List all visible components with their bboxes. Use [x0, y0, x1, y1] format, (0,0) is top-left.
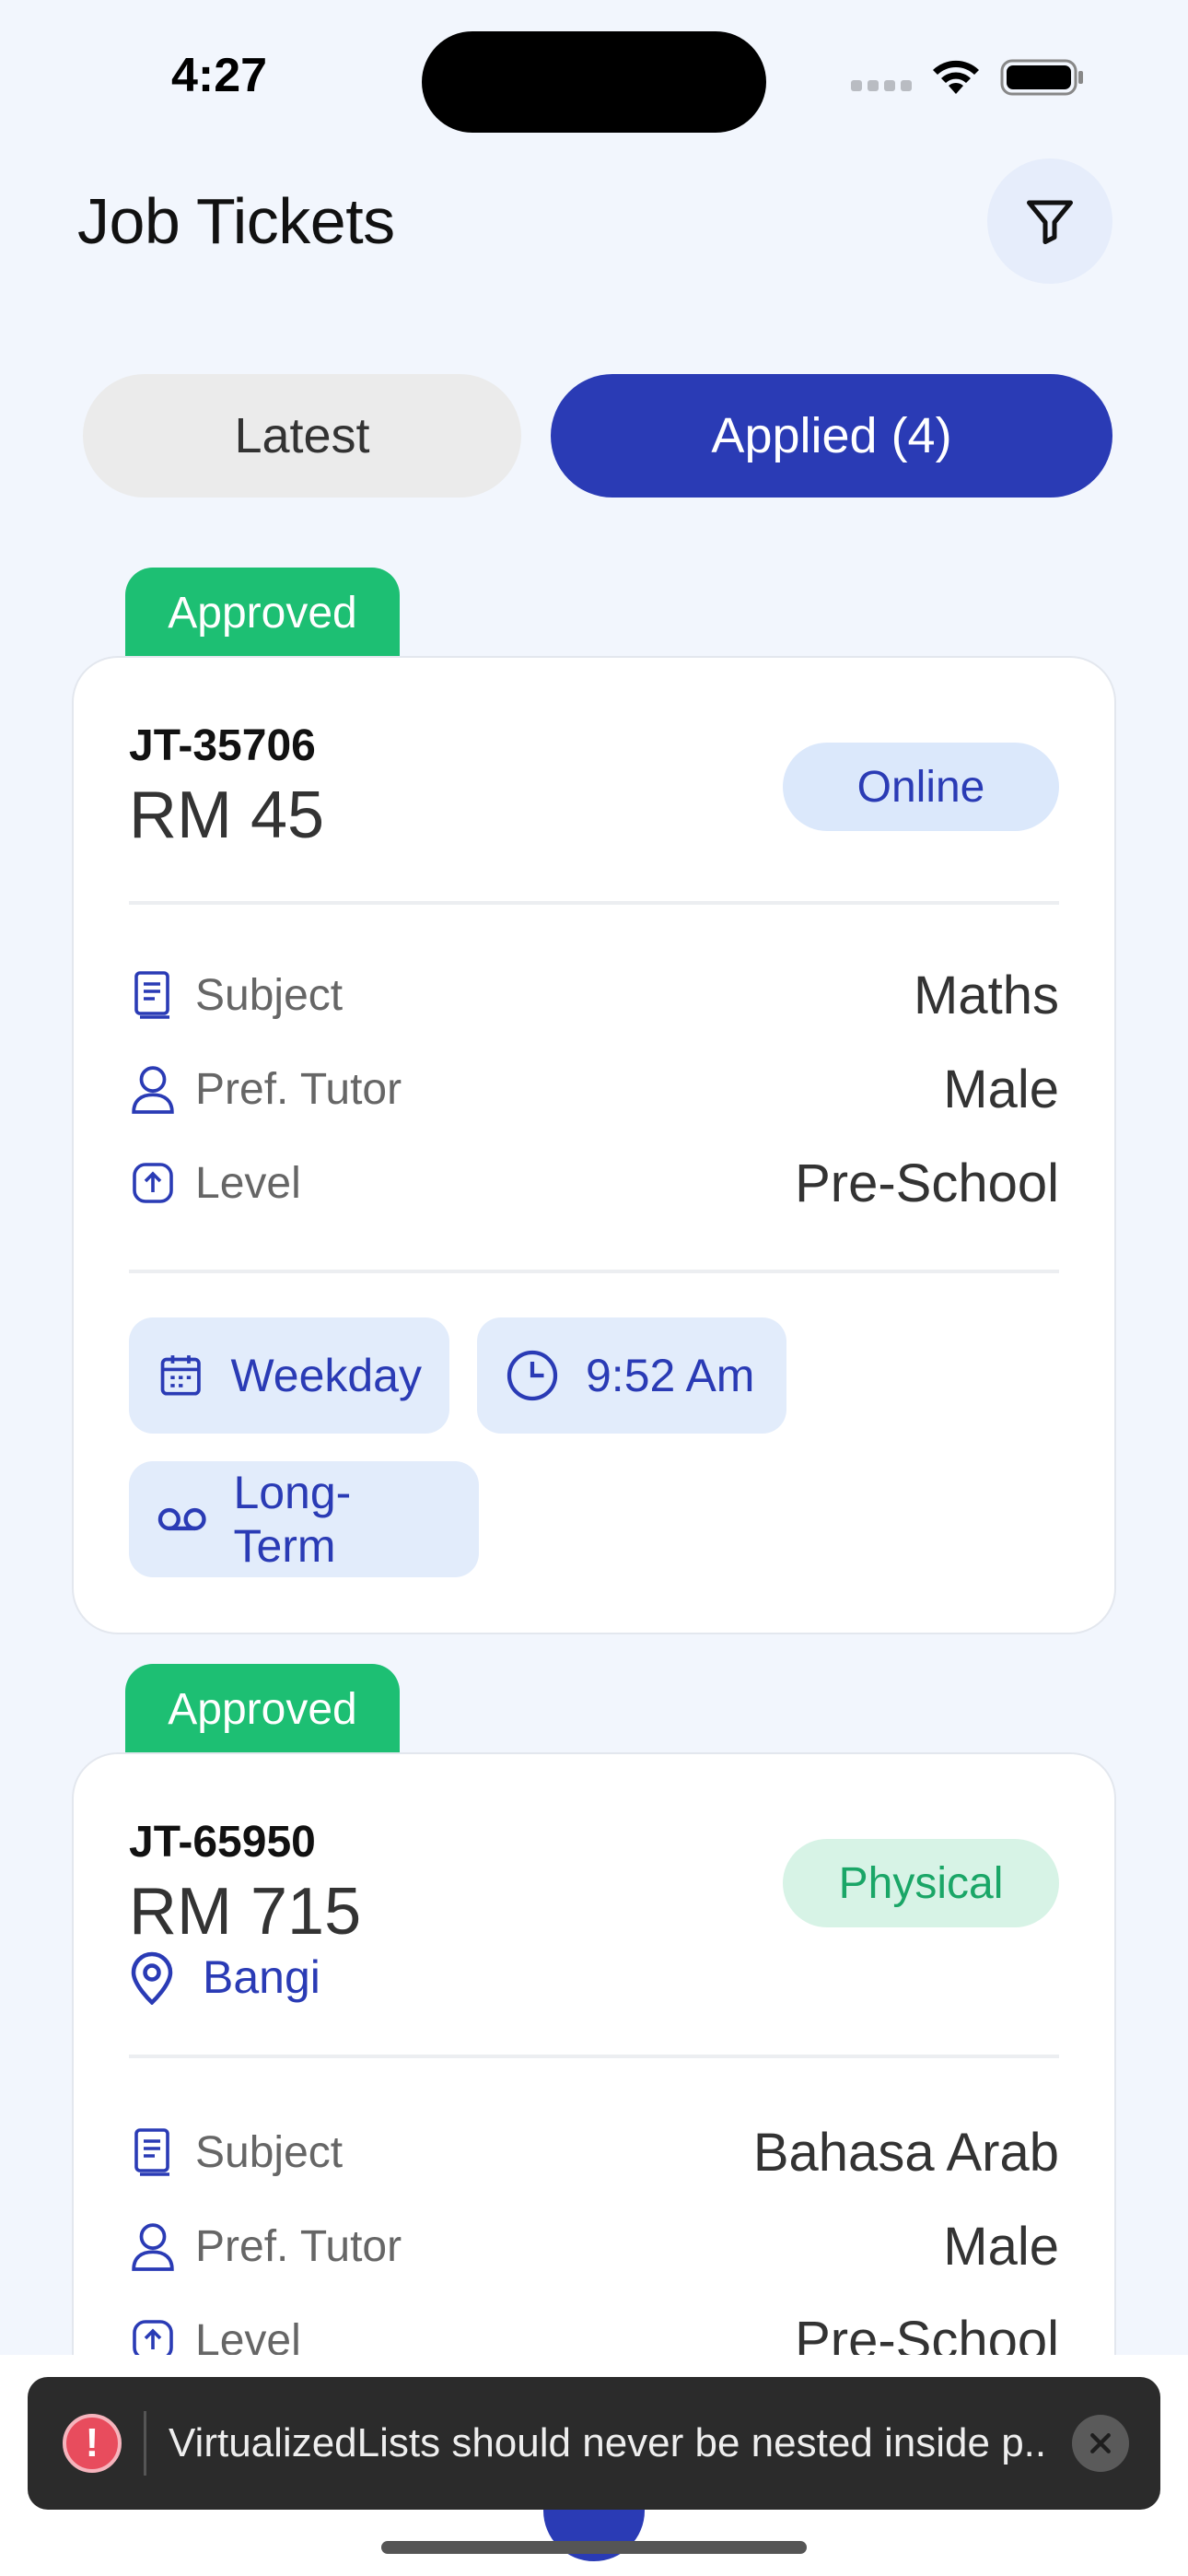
- home-indicator[interactable]: [381, 2541, 807, 2554]
- status-icons: [851, 57, 1085, 98]
- location: Bangi: [129, 1950, 320, 2005]
- detail-value: Pre-School: [795, 1153, 1059, 1213]
- error-toast[interactable]: ! VirtualizedLists should never be neste…: [28, 2377, 1160, 2510]
- ticket-card[interactable]: JT-35706 RM 45 Online Subject Maths Pref…: [72, 656, 1116, 1634]
- user-icon: [129, 2219, 177, 2274]
- filter-button[interactable]: [987, 158, 1112, 284]
- ticket-id: JT-65950: [129, 1818, 316, 1867]
- clock-icon: [507, 1350, 558, 1401]
- battery-icon: [1000, 59, 1083, 96]
- book-icon: [129, 967, 177, 1023]
- detail-value: Male: [943, 1059, 1059, 1119]
- toast-divider: [144, 2411, 146, 2476]
- detail-value: Male: [943, 2216, 1059, 2277]
- chip-weekday: Weekday: [129, 1317, 449, 1434]
- divider: [129, 1270, 1059, 1273]
- dynamic-island: [422, 31, 766, 133]
- detail-row-pref-tutor: Pref. Tutor Male: [129, 2209, 1059, 2283]
- detail-label: Pref. Tutor: [195, 1064, 402, 1114]
- ticket-id: JT-35706: [129, 721, 316, 770]
- book-icon: [129, 2125, 177, 2180]
- tab-applied[interactable]: Applied (4): [551, 374, 1112, 498]
- ticket-rate: RM 45: [129, 779, 325, 852]
- wifi-icon: [933, 60, 979, 94]
- status-badge: Approved: [125, 1664, 400, 1754]
- close-icon: [1090, 2433, 1111, 2453]
- chip-label: 9:52 Am: [586, 1350, 755, 1401]
- calendar-icon: [160, 1355, 201, 1396]
- status-time: 4:27: [171, 49, 268, 102]
- chip-duration: Long-Term: [129, 1461, 479, 1577]
- toast-message: VirtualizedLists should never be nested …: [169, 2420, 1050, 2465]
- warning-icon: !: [63, 2414, 122, 2473]
- location-label: Bangi: [203, 1951, 320, 2003]
- toast-close-button[interactable]: [1072, 2415, 1129, 2472]
- filter-icon: [1027, 200, 1073, 244]
- divider: [129, 2055, 1059, 2058]
- detail-row-subject: Subject Maths: [129, 958, 1059, 1032]
- tab-latest[interactable]: Latest: [83, 374, 521, 498]
- voicemail-icon: [157, 1507, 206, 1531]
- detail-value: Maths: [914, 965, 1059, 1025]
- user-icon: [129, 1061, 177, 1117]
- ticket-rate: RM 715: [129, 1875, 362, 1949]
- detail-row-level: Level Pre-School: [129, 1146, 1059, 1220]
- detail-row-subject: Subject Bahasa Arab: [129, 2115, 1059, 2189]
- detail-value: Bahasa Arab: [752, 2122, 1059, 2183]
- detail-label: Subject: [195, 970, 344, 1020]
- signal-icon: [851, 64, 912, 91]
- detail-row-pref-tutor: Pref. Tutor Male: [129, 1052, 1059, 1126]
- chip-label: Long-Term: [233, 1467, 352, 1572]
- mode-badge: Physical: [783, 1839, 1059, 1927]
- divider: [129, 901, 1059, 905]
- detail-label: Pref. Tutor: [195, 2221, 402, 2271]
- level-up-icon: [129, 1155, 177, 1211]
- chip-time: 9:52 Am: [477, 1317, 786, 1434]
- location-pin-icon: [131, 1951, 173, 2005]
- mode-badge: Online: [783, 743, 1059, 831]
- chip-label: Weekday: [230, 1350, 422, 1401]
- page-title: Job Tickets: [77, 185, 395, 257]
- detail-label: Level: [195, 1158, 301, 1208]
- status-badge: Approved: [125, 568, 400, 658]
- detail-label: Subject: [195, 2127, 344, 2177]
